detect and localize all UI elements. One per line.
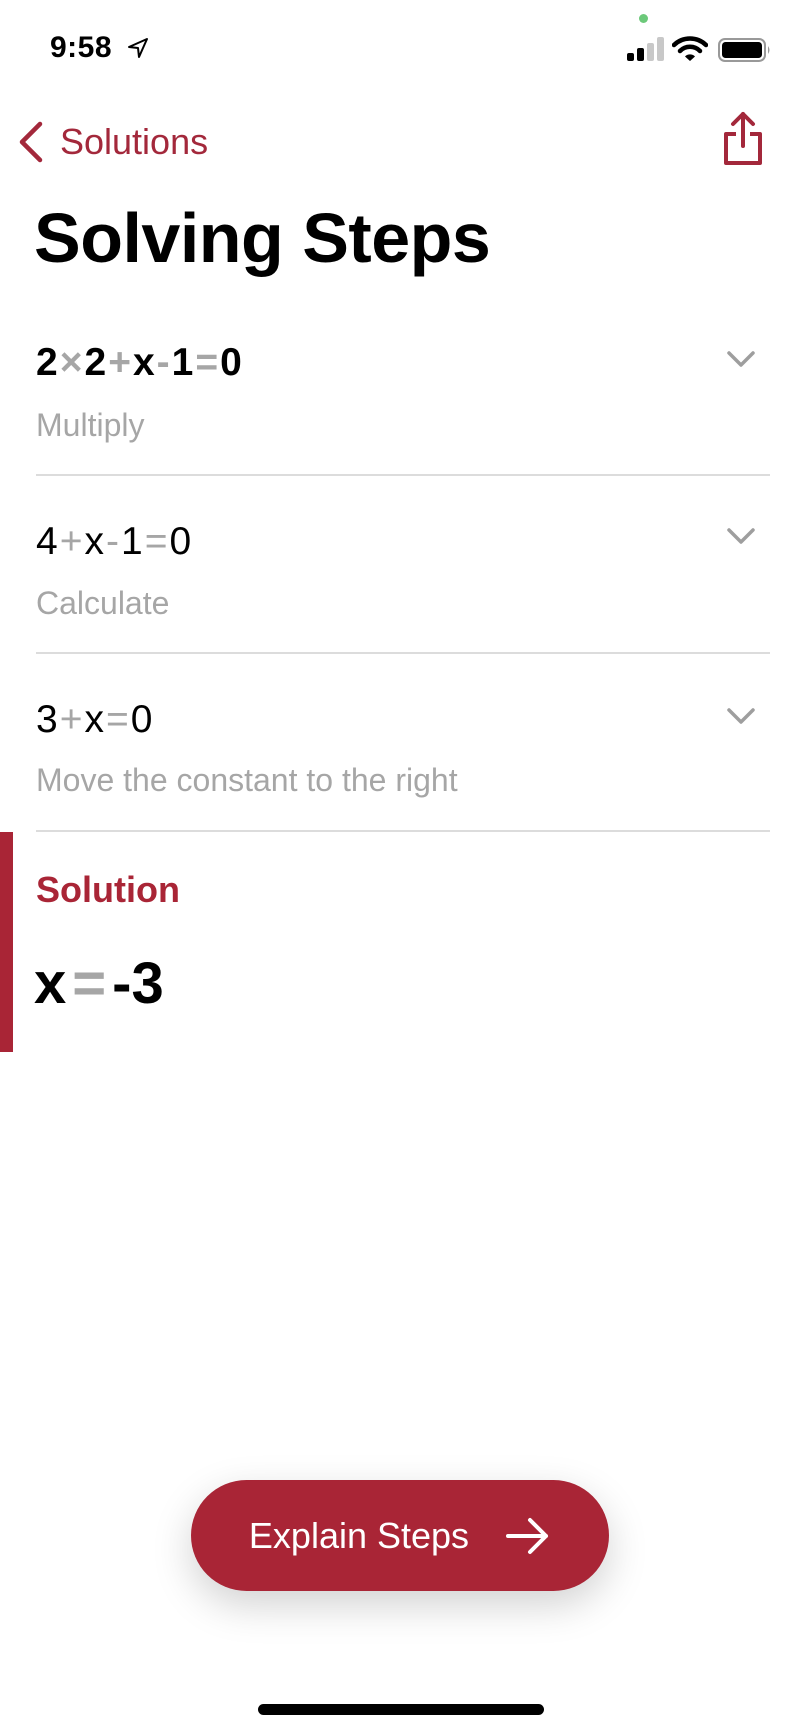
equation-term: 2 xyxy=(36,341,59,384)
equation-operator: = xyxy=(144,520,169,563)
back-button[interactable]: Solutions xyxy=(14,118,208,166)
equation-operator: = xyxy=(195,341,220,384)
solution-equation: x = -3 xyxy=(34,950,164,1018)
solution-operator: = xyxy=(72,951,107,1016)
solution-rhs: -3 xyxy=(112,951,164,1016)
equation-operator: + xyxy=(59,698,84,741)
wifi-icon xyxy=(672,36,708,61)
step-item-3[interactable]: 3+x=0 Move the constant to the right xyxy=(36,697,770,831)
step-equation: 4+x-1=0 xyxy=(36,519,192,565)
battery-icon xyxy=(718,38,770,62)
home-indicator[interactable] xyxy=(258,1704,544,1715)
equation-operator: - xyxy=(105,520,120,563)
divider xyxy=(36,652,770,654)
step-description: Move the constant to the right xyxy=(36,762,458,798)
equation-term: 0 xyxy=(169,520,193,563)
equation-operator: × xyxy=(59,341,84,384)
chevron-down-icon[interactable] xyxy=(726,527,756,547)
signal-strength-icon xyxy=(627,37,665,61)
equation-term: x xyxy=(84,520,105,563)
arrow-right-icon xyxy=(506,1517,549,1554)
equation-term: 1 xyxy=(171,341,195,384)
equation-term: x xyxy=(132,341,156,384)
equation-term: 0 xyxy=(220,341,243,384)
page-title: Solving Steps xyxy=(34,199,491,277)
back-label: Solutions xyxy=(60,121,209,162)
location-arrow-icon xyxy=(128,38,148,58)
status-time: 9:58 xyxy=(50,31,113,64)
explain-steps-button[interactable]: Explain Steps xyxy=(191,1480,609,1591)
chevron-down-icon[interactable] xyxy=(726,350,756,370)
equation-term: 3 xyxy=(36,698,59,741)
step-description: Calculate xyxy=(36,585,170,621)
share-icon[interactable] xyxy=(720,110,766,168)
equation-term: 0 xyxy=(130,698,154,741)
chevron-down-icon[interactable] xyxy=(726,707,756,727)
solution-accent-bar xyxy=(0,832,13,1052)
divider xyxy=(36,474,770,476)
divider xyxy=(36,830,770,832)
step-equation: 3+x=0 xyxy=(36,697,153,743)
equation-term: x xyxy=(84,698,105,741)
equation-operator: - xyxy=(156,341,171,384)
camera-in-use-indicator xyxy=(639,14,648,23)
solution-label: Solution xyxy=(36,869,180,910)
chevron-left-icon xyxy=(19,121,43,163)
equation-operator: = xyxy=(105,698,130,741)
equation-term: 4 xyxy=(36,520,59,563)
step-description: Multiply xyxy=(36,407,145,443)
equation-operator: + xyxy=(59,520,84,563)
step-item-2[interactable]: 4+x-1=0 Calculate xyxy=(36,519,770,653)
equation-operator: + xyxy=(108,341,132,384)
equation-term: 1 xyxy=(120,520,144,563)
solution-lhs: x xyxy=(34,951,67,1016)
step-item-1[interactable]: 2×2+x-1=0 Multiply xyxy=(36,340,770,474)
equation-term: 2 xyxy=(84,341,108,384)
step-equation: 2×2+x-1=0 xyxy=(36,340,243,386)
explain-steps-label: Explain Steps xyxy=(248,1514,470,1556)
